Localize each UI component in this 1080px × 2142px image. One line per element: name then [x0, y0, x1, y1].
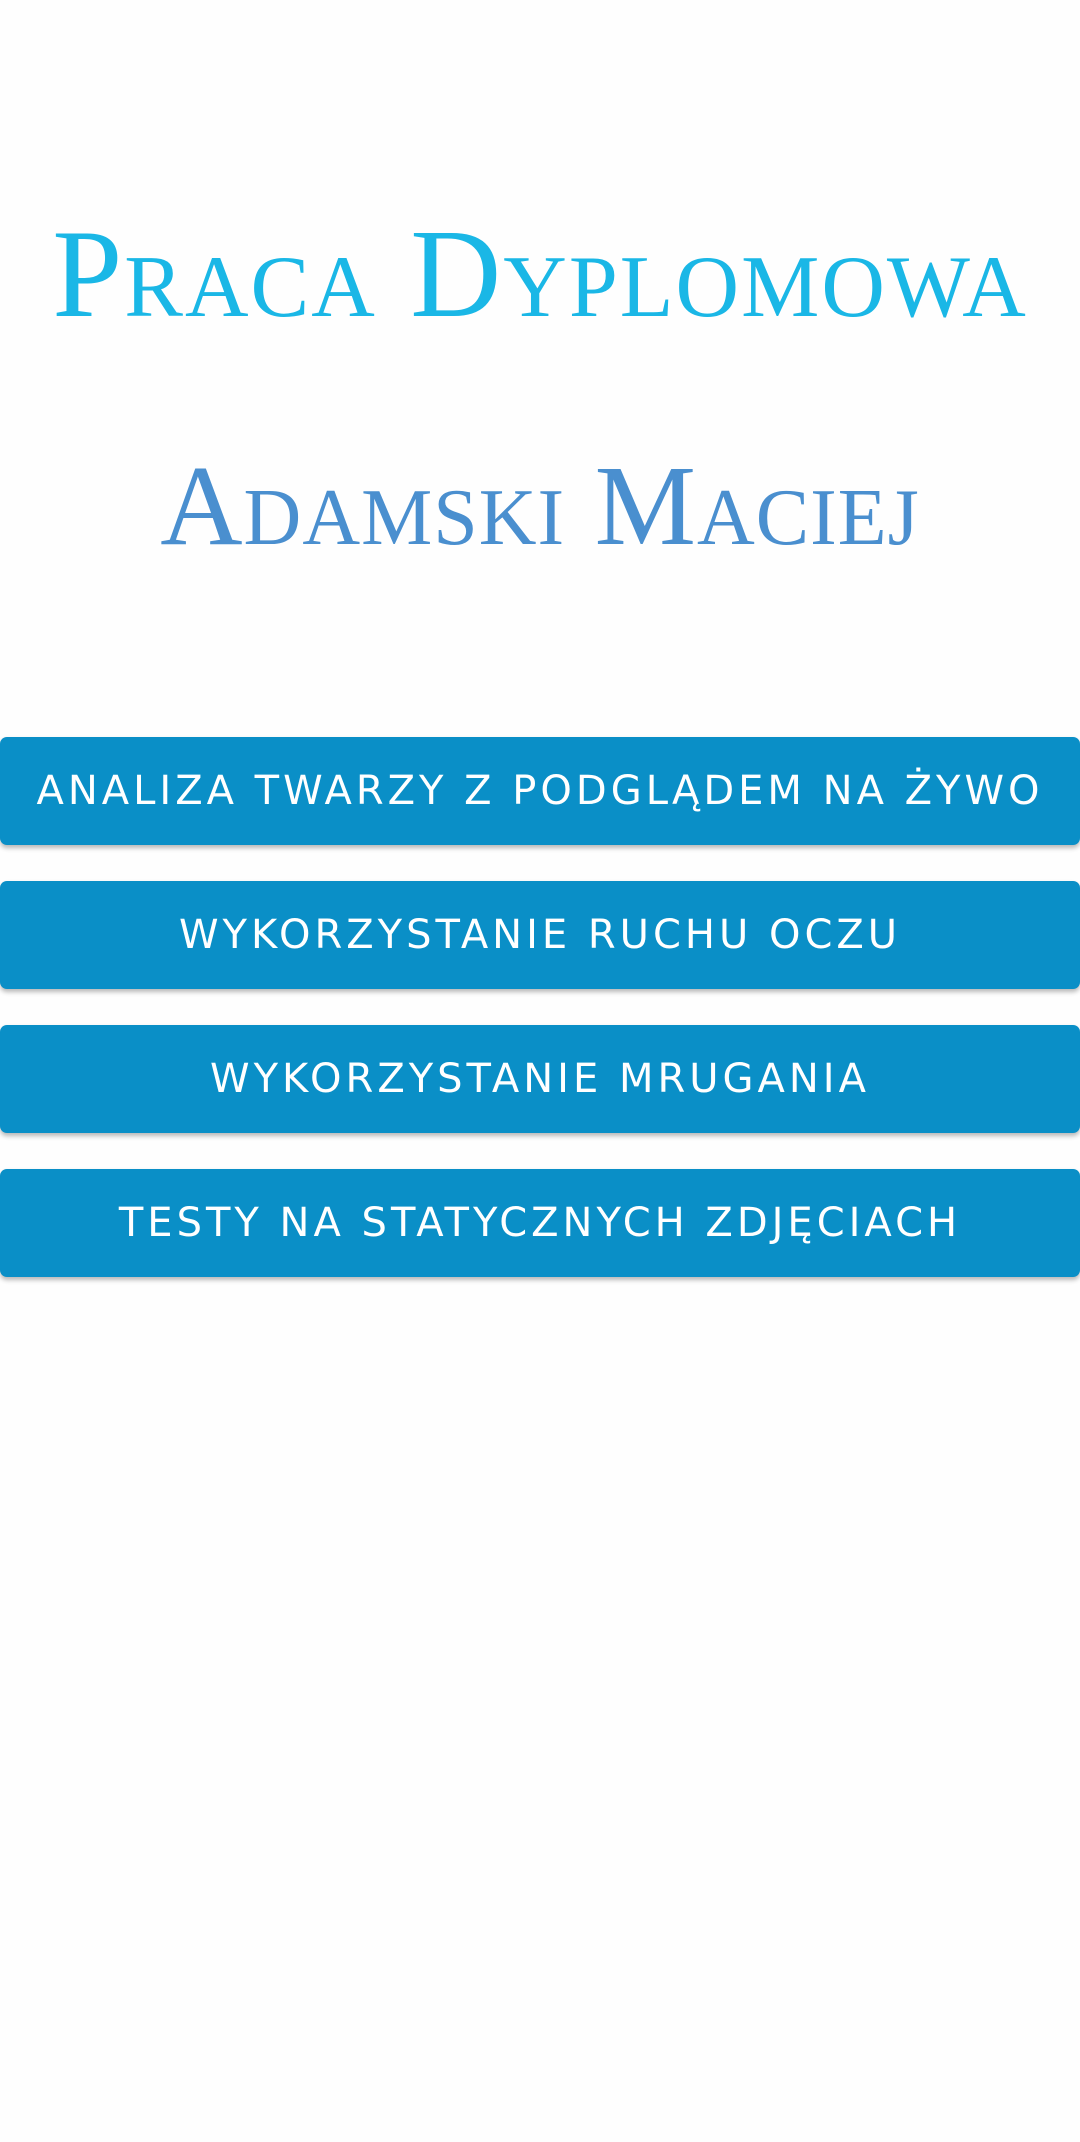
live-face-analysis-button[interactable]: ANALIZA TWARZY Z PODGLĄDEM NA ŻYWO	[0, 737, 1080, 845]
author-name: Adamski Maciej	[160, 442, 920, 569]
blinking-button[interactable]: WYKORZYSTANIE MRUGANIA	[0, 1025, 1080, 1133]
eye-movement-button[interactable]: WYKORZYSTANIE RUCHU OCZU	[0, 881, 1080, 989]
static-photo-tests-button[interactable]: TESTY NA STATYCZNYCH ZDJĘCIACH	[0, 1169, 1080, 1277]
app-title: Praca Dyplomowa	[52, 205, 1028, 344]
